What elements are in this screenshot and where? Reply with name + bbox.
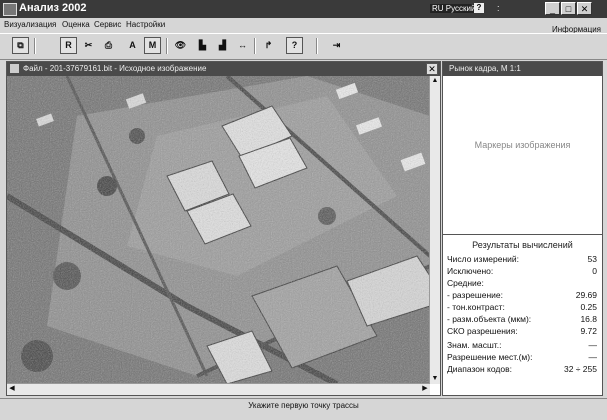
side-panel-header: Рынок кадра, М 1:1 <box>443 62 602 76</box>
menu-service[interactable]: Сервис <box>94 20 121 29</box>
scroll-left-icon[interactable]: ◀ <box>7 384 17 394</box>
title-bar[interactable]: Анализ 2002 RU Русский ? : _ □ ✕ <box>0 0 607 18</box>
document-icon <box>10 64 19 73</box>
eye-icon[interactable]: 👁 <box>172 37 189 54</box>
markers-label: Маркеры изображения <box>474 140 571 150</box>
print-icon[interactable]: ⎙ <box>100 37 117 54</box>
result-row: Исключено: 0 <box>447 266 597 276</box>
scissors-icon[interactable]: ✂ <box>80 37 97 54</box>
menu-bar: Визуализация Оценка Сервис Настройки Инф… <box>0 18 607 34</box>
result-row: - тон.контраст: 0.25 <box>447 302 597 312</box>
m-icon[interactable]: M <box>144 37 161 54</box>
side-panel-title: Рынок кадра, М 1:1 <box>449 64 521 73</box>
aerial-photo <box>7 76 430 384</box>
toolbar-separator <box>254 38 256 54</box>
open-window-icon[interactable]: ⧉ <box>12 37 29 54</box>
result-row: Диапазон кодов: 32 ÷ 255 <box>447 364 597 374</box>
side-panel: Рынок кадра, М 1:1 Маркеры изображения Р… <box>442 61 603 396</box>
result-row: СКО разрешения: 9.72 <box>447 326 597 336</box>
minimize-button[interactable]: _ <box>545 2 560 15</box>
menu-settings[interactable]: Настройки <box>126 20 165 29</box>
app-icon <box>3 3 17 16</box>
status-bar: Укажите первую точку трассы <box>0 398 607 413</box>
image-pane-header[interactable]: Файл - 201-37679161.bit - Исходное изобр… <box>7 62 440 76</box>
close-button[interactable]: ✕ <box>577 2 592 15</box>
result-row: Средние: <box>447 278 484 288</box>
scroll-right-icon[interactable]: ▶ <box>420 384 430 394</box>
help-icon[interactable]: ? <box>286 37 303 54</box>
window-title: Анализ 2002 <box>19 2 87 14</box>
menu-evaluation[interactable]: Оценка <box>62 20 90 29</box>
image-markers-area[interactable]: Маркеры изображения <box>443 76 602 228</box>
image-pane-title: Файл - 201-37679161.bit - Исходное изобр… <box>23 64 207 73</box>
empty-icon[interactable] <box>40 37 57 54</box>
toolbar-separator <box>316 38 318 54</box>
result-row: Число измерений: 53 <box>447 254 597 264</box>
horizontal-scrollbar[interactable]: ◀ ▶ <box>7 383 430 395</box>
corner-arrow-icon[interactable]: ↱ <box>260 37 277 54</box>
result-row: - разм.объекта (мкм): 16.8 <box>447 314 597 324</box>
result-row: Знам. масшт.: — <box>447 340 597 350</box>
menu-visualization[interactable]: Визуализация <box>4 20 56 29</box>
tray-icon: : <box>497 3 500 13</box>
toolbar-separator <box>166 38 168 54</box>
r-icon[interactable]: R <box>60 37 77 54</box>
a-icon[interactable]: A <box>124 37 141 54</box>
status-text: Укажите первую точку трассы <box>248 401 359 410</box>
image-pane: Файл - 201-37679161.bit - Исходное изобр… <box>6 61 441 396</box>
app-window: Анализ 2002 RU Русский ? : _ □ ✕ Визуали… <box>0 0 607 420</box>
close-icon[interactable]: ✕ <box>426 63 438 75</box>
maximize-button[interactable]: □ <box>561 2 576 15</box>
bar-chart-icon[interactable]: ▙ <box>194 37 211 54</box>
result-row: - разрешение: 29.69 <box>447 290 597 300</box>
scroll-up-icon[interactable]: ▲ <box>430 76 440 86</box>
results-panel: Результаты вычислений Число измерений: 53… <box>443 234 602 395</box>
aerial-image[interactable] <box>7 76 430 384</box>
scroll-down-icon[interactable]: ▼ <box>430 374 440 384</box>
toolbar: ⧉ R ✂ ⎙ A M 👁 ▙ ▟ ↔ ↱ ? ⇥ <box>0 33 607 60</box>
vertical-scrollbar[interactable]: ▲ ▼ <box>429 76 440 384</box>
bar-chart-2-icon[interactable]: ▟ <box>214 37 231 54</box>
toolbar-separator <box>34 38 36 54</box>
help-icon[interactable]: ? <box>474 3 484 13</box>
results-title: Результаты вычислений <box>472 240 573 250</box>
width-icon[interactable]: ↔ <box>234 37 251 54</box>
language-indicator[interactable]: RU Русский <box>430 4 478 13</box>
result-row: Разрешение мест.(м): — <box>447 352 597 362</box>
exit-icon[interactable]: ⇥ <box>328 37 345 54</box>
